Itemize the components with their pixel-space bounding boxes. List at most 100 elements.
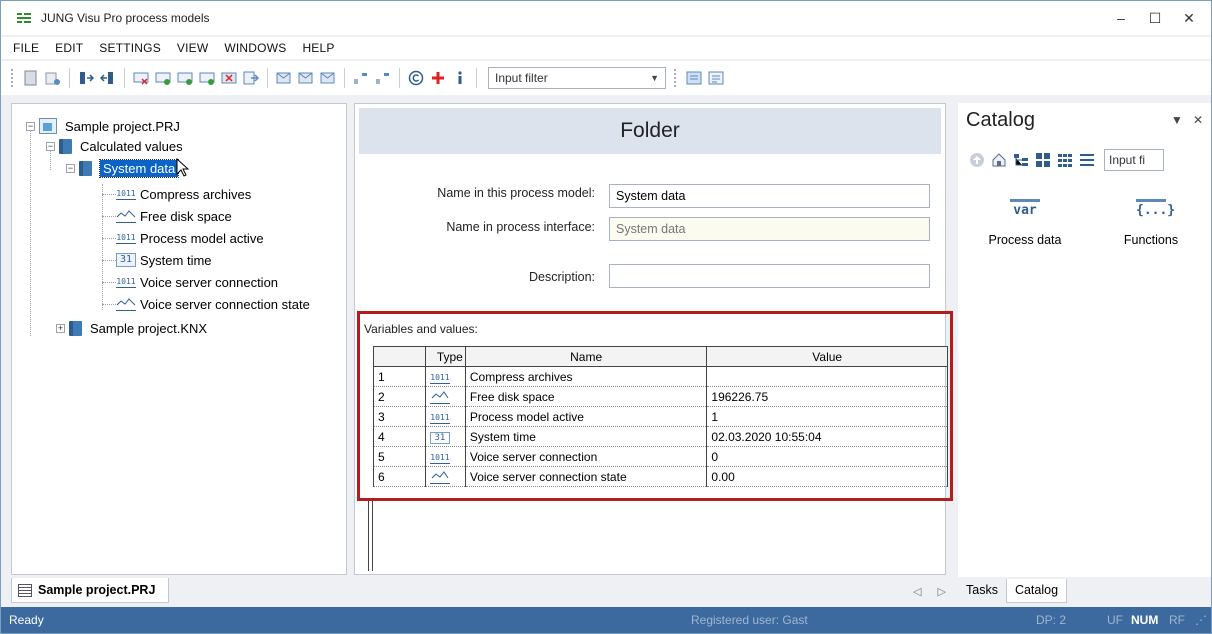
col-name[interactable]: Name xyxy=(464,346,708,367)
table-row[interactable]: 5 1011 Voice server connection 0 xyxy=(373,446,948,467)
properties-icon[interactable] xyxy=(44,69,62,87)
menu-edit[interactable]: EDIT xyxy=(47,41,91,55)
scroll-left-icon[interactable]: ◁ xyxy=(913,585,921,598)
tree-item-voice-server-connection[interactable]: 1011 Voice server connection xyxy=(116,272,278,292)
catalog-item-label: Functions xyxy=(1123,233,1179,247)
row-index: 6 xyxy=(373,466,426,487)
description-row: Description: xyxy=(355,270,595,284)
catalog-item-functions[interactable]: {...} Functions xyxy=(1106,199,1196,247)
pane-menu-icon[interactable]: ▼ xyxy=(1171,113,1183,127)
tree-node-calculated[interactable]: − Calculated values xyxy=(46,136,183,156)
table-row[interactable]: 3 1011 Process model active 1 xyxy=(373,406,948,427)
import-folder-icon[interactable] xyxy=(77,69,95,87)
row-index: 1 xyxy=(373,366,426,387)
catalog-filter-input[interactable]: Input fi xyxy=(1104,149,1164,171)
pane-close-icon[interactable]: ✕ xyxy=(1193,113,1203,127)
row-value[interactable]: 02.03.2020 10:55:04 xyxy=(706,426,948,447)
variables-label: Variables and values: xyxy=(364,322,478,336)
row-value[interactable]: 0.00 xyxy=(706,466,948,487)
menu-settings[interactable]: SETTINGS xyxy=(91,41,169,55)
table-row[interactable]: 6 Voice server connection state 0.00 xyxy=(373,466,948,487)
delete-variable-icon[interactable] xyxy=(132,69,150,87)
menu-view[interactable]: VIEW xyxy=(169,41,216,55)
name-label: Name in this process model: xyxy=(437,186,595,200)
row-value[interactable]: 196226.75 xyxy=(706,386,948,407)
collapse-icon[interactable]: − xyxy=(26,121,35,131)
title-bar: JUNG Visu Pro process models – ☐ ✕ xyxy=(1,1,1211,35)
home-icon[interactable] xyxy=(990,151,1008,169)
variable-icon: var xyxy=(1010,199,1040,219)
view-mode-icon[interactable] xyxy=(685,69,703,87)
row-value[interactable] xyxy=(706,366,948,387)
large-icons-icon[interactable] xyxy=(1034,151,1052,169)
add-analog-icon[interactable] xyxy=(176,69,194,87)
tree-item-compress-archives[interactable]: 1011 Compress archives xyxy=(116,184,251,204)
mail-icon[interactable] xyxy=(275,69,293,87)
iface-input[interactable]: System data xyxy=(609,217,930,241)
row-name: Voice server connection xyxy=(465,446,708,467)
toolbar-grip[interactable] xyxy=(11,69,14,87)
add-variable-icon[interactable] xyxy=(154,69,172,87)
minimize-button[interactable]: – xyxy=(1107,7,1135,29)
collapse-icon[interactable]: − xyxy=(46,141,55,151)
row-type: 31 xyxy=(425,426,466,447)
status-user: Registered user: Gast xyxy=(691,613,808,627)
collapse-icon[interactable]: − xyxy=(66,163,75,173)
remove-icon[interactable] xyxy=(220,69,238,87)
export-icon[interactable] xyxy=(242,69,260,87)
variables-highlight-box: Variables and values: Type Name Value 1 … xyxy=(357,311,953,501)
new-document-icon[interactable] xyxy=(22,69,40,87)
tree-view-icon[interactable] xyxy=(1012,151,1030,169)
row-value[interactable]: 0 xyxy=(706,446,948,467)
list-view-icon[interactable] xyxy=(1078,151,1096,169)
tab-tasks[interactable]: Tasks xyxy=(958,579,1006,603)
resize-grip-icon[interactable]: ⋰ xyxy=(1195,613,1207,627)
grid-border-left-inner xyxy=(372,501,373,571)
tree-item-system-time[interactable]: 31 System time xyxy=(116,250,212,270)
table-row[interactable]: 2 Free disk space 196226.75 xyxy=(373,386,948,407)
row-index: 5 xyxy=(373,446,426,467)
close-button[interactable]: ✕ xyxy=(1175,7,1203,29)
catalog-item-process-data[interactable]: var Process data xyxy=(980,199,1070,247)
toolbar-grip-2[interactable] xyxy=(674,69,677,87)
mail-add-icon[interactable] xyxy=(297,69,315,87)
up-arrow-icon[interactable] xyxy=(968,151,986,169)
name-input[interactable]: System data xyxy=(609,184,930,208)
col-type[interactable]: Type xyxy=(424,346,466,367)
add-function-icon[interactable] xyxy=(198,69,216,87)
copyright-icon[interactable] xyxy=(407,69,425,87)
tree-node-knx[interactable]: + Sample project.KNX xyxy=(56,318,207,338)
table-row[interactable]: 1 1011 Compress archives xyxy=(373,366,948,387)
maximize-button[interactable]: ☐ xyxy=(1141,7,1169,29)
menu-file[interactable]: FILE xyxy=(1,41,47,55)
info-icon[interactable] xyxy=(451,69,469,87)
table-row[interactable]: 4 31 System time 02.03.2020 10:55:04 xyxy=(373,426,948,447)
export-folder-icon[interactable] xyxy=(99,69,117,87)
scroll-right-icon[interactable]: ▷ xyxy=(937,585,945,598)
folder-icon xyxy=(59,138,72,154)
row-value[interactable]: 1 xyxy=(706,406,948,427)
tree-item-process-model-active[interactable]: 1011 Process model active xyxy=(116,228,264,248)
tree-node-system-data[interactable]: − System data xyxy=(66,158,180,178)
menu-help[interactable]: HELP xyxy=(294,41,342,55)
tree-item-voice-server-connection-state[interactable]: Voice server connection state xyxy=(116,294,310,314)
document-tab[interactable]: Sample project.PRJ xyxy=(11,578,169,603)
row-name: Voice server connection state xyxy=(465,466,708,487)
binary-icon: 1011 xyxy=(429,373,450,384)
clock-icon: 31 xyxy=(116,253,136,267)
tree-item-free-disk-space[interactable]: Free disk space xyxy=(116,206,232,226)
row-type: 1011 xyxy=(425,446,466,467)
view-list-icon[interactable] xyxy=(707,69,725,87)
move-down-icon[interactable] xyxy=(374,69,392,87)
expand-icon[interactable]: + xyxy=(56,323,65,333)
tab-catalog[interactable]: Catalog xyxy=(1005,579,1068,603)
description-input[interactable] xyxy=(609,264,930,288)
tree-node-root[interactable]: − Sample project.PRJ xyxy=(26,116,180,136)
move-up-icon[interactable] xyxy=(352,69,370,87)
add-red-icon[interactable] xyxy=(429,69,447,87)
menu-windows[interactable]: WINDOWS xyxy=(216,41,294,55)
col-value[interactable]: Value xyxy=(706,346,948,367)
mail-remove-icon[interactable] xyxy=(319,69,337,87)
input-filter-dropdown[interactable]: Input filter ▼ xyxy=(488,67,666,89)
small-icons-icon[interactable] xyxy=(1056,151,1074,169)
